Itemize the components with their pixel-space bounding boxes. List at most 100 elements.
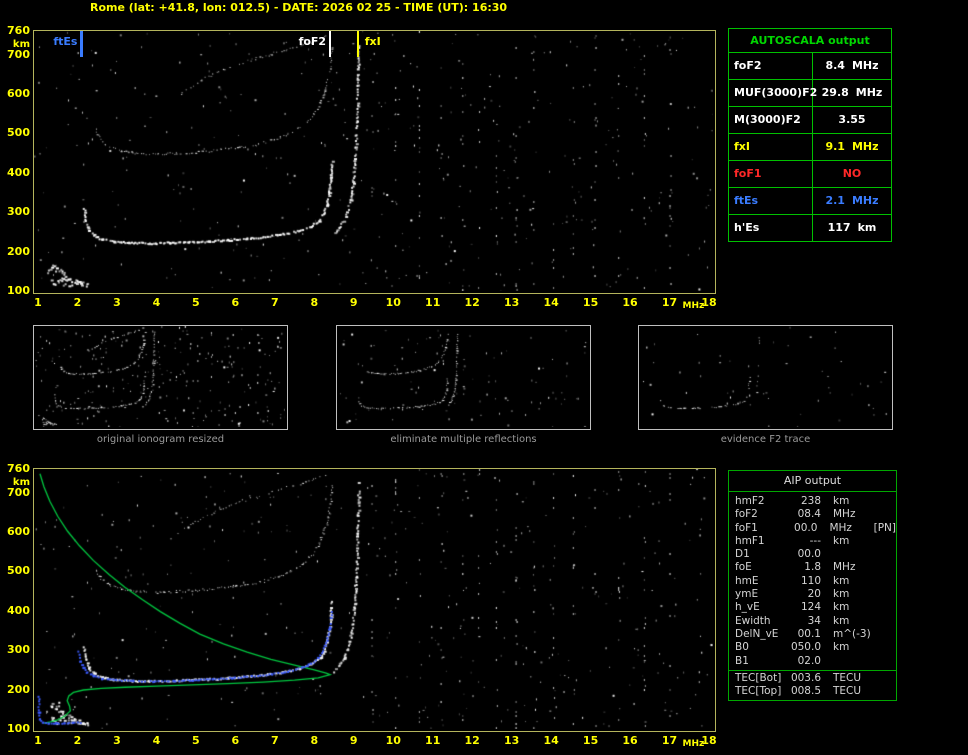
x-axis-tick: 8 [310,296,319,309]
x-axis-tick: 9 [349,296,358,309]
aip-row-label: hmE [735,574,759,587]
x-axis-tick: 13 [503,734,520,747]
aip-row-label: TEC[Top] [735,685,782,698]
y-axis-tick: 300 [7,205,30,219]
aip-tec-separator [729,669,896,671]
autoscala-row-value: 9.1 MHz [813,134,891,160]
x-axis-tick: 15 [582,734,599,747]
x-axis-tick: 14 [543,296,559,309]
aip-row: hmE 110 km [729,575,896,588]
autoscala-row: fxI 9.1 MHz [729,134,891,161]
thumbnail-canvas-reflections [337,326,588,427]
aip-row-unit: km [833,588,850,601]
autoscala-output-table: AUTOSCALA output foF2 8.4 MHz MUF(3000)F2 29… [728,28,892,242]
autoscala-row-label: foF1 [729,161,813,187]
aip-row-unit: km [833,601,850,614]
ionogram-canvas-top [34,31,713,291]
aip-row-unit: MHz [833,508,856,521]
y-axis-tick: 400 [7,603,30,617]
x-axis-tick: 10 [385,734,401,747]
thumbnail-eliminate-reflections [336,325,591,430]
y-axis-tick: 500 [7,564,30,578]
x-axis-tick: 12 [464,734,480,747]
x-axis-tick: 5 [192,734,200,747]
thumbnail-canvas-original [34,326,285,427]
autoscala-row-value: 2.1 MHz [813,188,891,214]
aip-row: D1 00.0 [729,548,896,561]
x-axis-tick: 13 [503,296,520,309]
y-axis-tick: 600 [7,87,30,101]
autoscala-row-label: fxI [729,134,813,160]
aip-row-unit: TECU [833,671,862,684]
x-axis-tick: 6 [231,296,240,309]
aip-row: h_vE 124 km [729,601,896,614]
aip-table-body: hmF2 238 km foF2 08.4 MHz foF1 00.0 MHz [PN] hmF1 -… [729,492,896,700]
x-axis-tick: 4 [152,734,161,747]
marker-line-ftEs [80,31,84,57]
autoscala-row-value: 117 km [813,215,891,241]
x-axis-tick: 4 [152,296,161,309]
aip-row-unit: km [833,574,850,587]
aip-row-unit: TECU [833,685,862,698]
x-axis-tick: 16 [622,296,638,309]
aip-row-value: 00.0 [797,548,821,561]
aip-row-unit [833,655,877,668]
aip-row-value: 050.0 [790,641,821,654]
x-axis-tick: 3 [113,296,121,309]
thumbnail-evidence-f2 [638,325,893,430]
aip-row: DelN_vE 00.1 m^(-3) [729,628,896,641]
aip-row-label: foE [735,561,752,574]
autoscala-row-label: foF2 [729,53,813,79]
aip-row-label: hmF2 [735,495,765,507]
autoscala-row-value-number: 29.8 [821,86,849,99]
thumbnail-caption-f2: evidence F2 trace [720,434,811,445]
y-axis-tick: 300 [7,643,30,657]
y-axis-tick: 760 [7,462,30,475]
autoscala-table-title: AUTOSCALA output [729,29,891,53]
aip-row-label: D1 [735,548,750,561]
aip-row: ymE 20 km [729,588,896,601]
x-axis-tick: 9 [349,734,358,747]
autoscala-row-value-unit: MHz [851,140,879,153]
aip-row-unit: km [833,641,850,654]
ionogram-plot-bottom [33,468,716,732]
x-axis-tick: 17 [661,296,678,309]
aip-row: hmF2 238 km [729,495,896,508]
x-axis-tick: 16 [622,734,638,747]
aip-row-unit: km [833,534,850,547]
x-axis-tick: 7 [270,296,279,309]
autoscala-row-value-unit: MHz [855,86,883,99]
aip-row-value: 00.1 [797,627,821,640]
autoscala-row-value: NO [813,161,891,187]
x-axis-tick: 1 [34,296,42,309]
aip-row-value: --- [809,534,821,547]
autoscala-row-value-unit: MHz [851,194,879,207]
aip-row-label: DelN_vE [735,627,779,640]
aip-row-label: ymE [735,588,759,601]
aip-row-unit: m^(-3) [833,627,871,640]
autoscala-row-value-unit: MHz [851,59,879,72]
autoscala-row: M(3000)F2 3.55 [729,107,891,134]
aip-row-extra: [PN] [873,521,896,534]
autoscala-row-value-number: 9.1 [825,140,845,153]
aip-row-value: 00.0 [794,521,818,534]
x-axis-tick: 3 [113,734,121,747]
aip-row-value: 08.4 [797,508,821,521]
aip-row-value: 02.0 [797,654,821,667]
y-axis-tick: 400 [7,165,30,179]
y-axis-tick: 500 [7,126,30,140]
aip-row-unit [833,548,877,561]
aip-row: hmF1 --- km [729,535,896,548]
x-axis-tick: 6 [231,734,240,747]
aip-row-value: 20 [807,588,821,601]
autoscala-table-rows: foF2 8.4 MHz MUF(3000)F2 29.8 MHz M(3000)F2 3.5… [729,53,891,241]
page-title: Rome (lat: +41.8, lon: 012.5) - DATE: 20… [90,1,508,14]
autoscala-row-label: M(3000)F2 [729,107,813,133]
autoscala-row: h'Es 117 km [729,215,891,241]
aip-row-unit: km [833,614,850,627]
aip-row: TEC[Top] 008.5 TECU [729,685,896,698]
aip-row-label: foF1 [735,521,758,534]
y-axis-tick: 700 [7,485,30,499]
x-axis-tick: 14 [543,734,559,747]
aip-row-label: B0 [735,641,749,654]
